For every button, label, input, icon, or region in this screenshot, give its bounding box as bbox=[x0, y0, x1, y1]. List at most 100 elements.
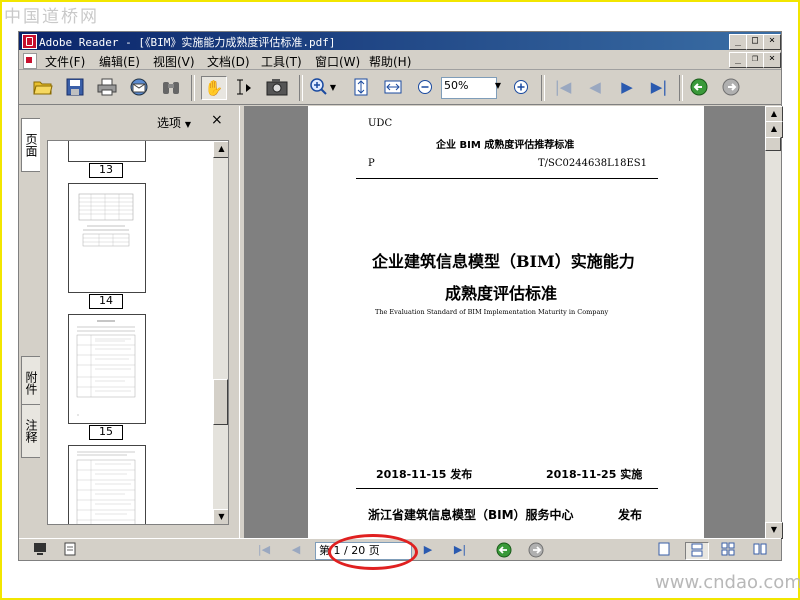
continuous-facing-icon[interactable] bbox=[751, 542, 769, 558]
options-label: 选项 bbox=[157, 116, 182, 130]
scroll-up-icon[interactable]: ▲ bbox=[213, 141, 228, 158]
page-thumbnail[interactable] bbox=[68, 314, 146, 424]
tab-pages[interactable]: 页面 bbox=[21, 118, 40, 172]
doc-minimize-button[interactable]: _ bbox=[729, 52, 747, 68]
minimize-button[interactable]: _ bbox=[729, 34, 747, 50]
document-title-line1: 企业建筑信息模型（BIM）实施能力 bbox=[372, 252, 635, 271]
status-go-back-icon[interactable] bbox=[495, 542, 513, 558]
page-number-label: 13 bbox=[89, 163, 123, 178]
publish-label: 发布 bbox=[618, 508, 643, 522]
toolbar: ✋ ▼ 50% ▼ |◀ ◀ ▶ ▶| bbox=[19, 71, 781, 105]
adobe-reader-icon bbox=[22, 34, 37, 49]
fit-width-icon[interactable] bbox=[381, 76, 405, 98]
release-date: 2018-11-15 发布 bbox=[376, 468, 473, 481]
zoom-out-icon[interactable] bbox=[413, 76, 437, 98]
watermark-top: 中国道桥网 bbox=[4, 7, 99, 27]
page-number-label: 15 bbox=[89, 425, 123, 440]
scroll-thumb[interactable] bbox=[213, 379, 228, 425]
navigation-tab-strip: 页面 附件 注释 bbox=[19, 106, 41, 538]
menu-window[interactable]: 窗口(W) bbox=[315, 53, 360, 70]
toolbar-separator bbox=[679, 75, 683, 101]
last-page-icon[interactable]: ▶| bbox=[647, 76, 671, 98]
toolbar-separator bbox=[541, 75, 545, 101]
zoom-dropdown-icon[interactable]: ▼ bbox=[492, 77, 504, 95]
select-text-icon[interactable] bbox=[231, 76, 255, 98]
status-next-page-icon[interactable]: ▶ bbox=[419, 542, 437, 558]
menu-help[interactable]: 帮助(H) bbox=[369, 53, 411, 70]
close-button[interactable]: × bbox=[763, 34, 781, 50]
udc-label: UDC bbox=[368, 118, 393, 129]
status-previous-page-icon[interactable]: ◀ bbox=[287, 542, 305, 558]
toolbar-separator bbox=[299, 75, 303, 101]
page-thumbnail[interactable] bbox=[68, 445, 146, 524]
zoom-level-input[interactable]: 50% bbox=[441, 77, 497, 99]
close-panel-icon[interactable]: × bbox=[211, 112, 223, 128]
save-icon[interactable] bbox=[63, 76, 87, 98]
footer-rule bbox=[356, 488, 658, 489]
title-bar: Adobe Reader - [《BIM》实施能力成熟度评估标准.pdf] _ … bbox=[19, 32, 781, 50]
tab-attachments[interactable]: 附件 bbox=[21, 356, 40, 410]
document-page: UDC 企业 BIM 成熟度评估推荐标准 P T/SC0244638L18ES1… bbox=[308, 106, 704, 538]
status-go-forward-icon[interactable] bbox=[527, 542, 545, 558]
menu-document[interactable]: 文档(D) bbox=[207, 53, 250, 70]
page-properties-icon[interactable] bbox=[61, 542, 79, 558]
menu-edit[interactable]: 编辑(E) bbox=[99, 53, 140, 70]
reader-window: Adobe Reader - [《BIM》实施能力成熟度评估标准.pdf] _ … bbox=[18, 31, 783, 570]
menu-bar: 文件(F) 编辑(E) 视图(V) 文档(D) 工具(T) 窗口(W) 帮助(H… bbox=[19, 50, 781, 70]
options-button[interactable]: 选项 ▼ bbox=[157, 114, 191, 131]
search-binoculars-icon[interactable] bbox=[159, 76, 183, 98]
pages-panel-header: 选项 ▼ × bbox=[41, 106, 239, 130]
open-folder-icon[interactable] bbox=[31, 76, 55, 98]
snapshot-camera-icon[interactable] bbox=[265, 76, 289, 98]
print-icon[interactable] bbox=[95, 76, 119, 98]
code-prefix: P bbox=[368, 158, 375, 169]
doc-scroll-down-icon[interactable]: ▼ bbox=[765, 522, 783, 539]
fit-height-icon[interactable] bbox=[349, 76, 373, 98]
publisher-name: 浙江省建筑信息模型（BIM）服务中心 bbox=[368, 508, 574, 522]
doc-restore-button[interactable]: ❐ bbox=[746, 52, 764, 68]
page-number-label: 14 bbox=[89, 294, 123, 309]
highlight-ring bbox=[328, 534, 418, 570]
pages-panel: 选项 ▼ × 13 14 15 ▲ ▼ bbox=[41, 106, 239, 538]
watermark-bottom: www.cndao.com bbox=[655, 572, 800, 593]
menu-file[interactable]: 文件(F) bbox=[45, 53, 85, 70]
document-title-line2: 成熟度评估标准 bbox=[445, 284, 558, 303]
go-forward-icon[interactable] bbox=[719, 76, 743, 98]
status-first-page-icon[interactable]: |◀ bbox=[255, 542, 273, 558]
go-back-icon[interactable] bbox=[687, 76, 711, 98]
scroll-down-icon[interactable]: ▼ bbox=[213, 509, 228, 524]
hand-tool-icon[interactable]: ✋ bbox=[201, 76, 227, 100]
menu-tools[interactable]: 工具(T) bbox=[261, 53, 302, 70]
single-page-icon[interactable] bbox=[655, 542, 673, 558]
page-thumbnail[interactable] bbox=[68, 141, 146, 162]
previous-page-icon[interactable]: ◀ bbox=[583, 76, 607, 98]
english-title: The Evaluation Standard of BIM Implement… bbox=[375, 308, 609, 316]
tab-comments[interactable]: 注释 bbox=[21, 404, 40, 458]
document-scrollbar[interactable]: ▲ ▲ ▼ bbox=[765, 106, 783, 539]
zoom-in-icon[interactable] bbox=[509, 76, 533, 98]
page-thumbnails-list: 13 14 15 ▲ ▼ bbox=[47, 140, 229, 525]
window-title: Adobe Reader - [《BIM》实施能力成熟度评估标准.pdf] bbox=[39, 36, 336, 49]
pdf-document-icon bbox=[23, 53, 37, 69]
effective-date: 2018-11-25 实施 bbox=[546, 468, 643, 481]
document-view: UDC 企业 BIM 成熟度评估推荐标准 P T/SC0244638L18ES1… bbox=[245, 106, 765, 538]
standard-code: T/SC0244638L18ES1 bbox=[538, 158, 647, 169]
menu-view[interactable]: 视图(V) bbox=[153, 53, 195, 70]
thumbnails-scrollbar[interactable]: ▲ ▼ bbox=[213, 141, 228, 524]
maximize-button[interactable]: □ bbox=[746, 34, 764, 50]
continuous-page-icon[interactable] bbox=[685, 542, 709, 560]
doc-scroll-thumb[interactable] bbox=[765, 137, 781, 151]
email-icon[interactable] bbox=[127, 76, 151, 98]
options-dropdown-icon: ▼ bbox=[184, 120, 191, 129]
zoom-tool-dropdown-icon[interactable]: ▼ bbox=[327, 76, 339, 98]
facing-pages-icon[interactable] bbox=[719, 542, 737, 558]
status-bar: |◀ ◀ 第 1 / 20 页 ▶ ▶| bbox=[19, 534, 781, 570]
doc-page-up-icon[interactable]: ▲ bbox=[765, 121, 783, 138]
screen-view-icon[interactable] bbox=[31, 542, 49, 558]
next-page-icon[interactable]: ▶ bbox=[615, 76, 639, 98]
doc-close-button[interactable]: × bbox=[763, 52, 781, 68]
page-thumbnail[interactable] bbox=[68, 183, 146, 293]
status-last-page-icon[interactable]: ▶| bbox=[451, 542, 469, 558]
series-title: 企业 BIM 成熟度评估推荐标准 bbox=[436, 140, 575, 151]
first-page-icon[interactable]: |◀ bbox=[551, 76, 575, 98]
